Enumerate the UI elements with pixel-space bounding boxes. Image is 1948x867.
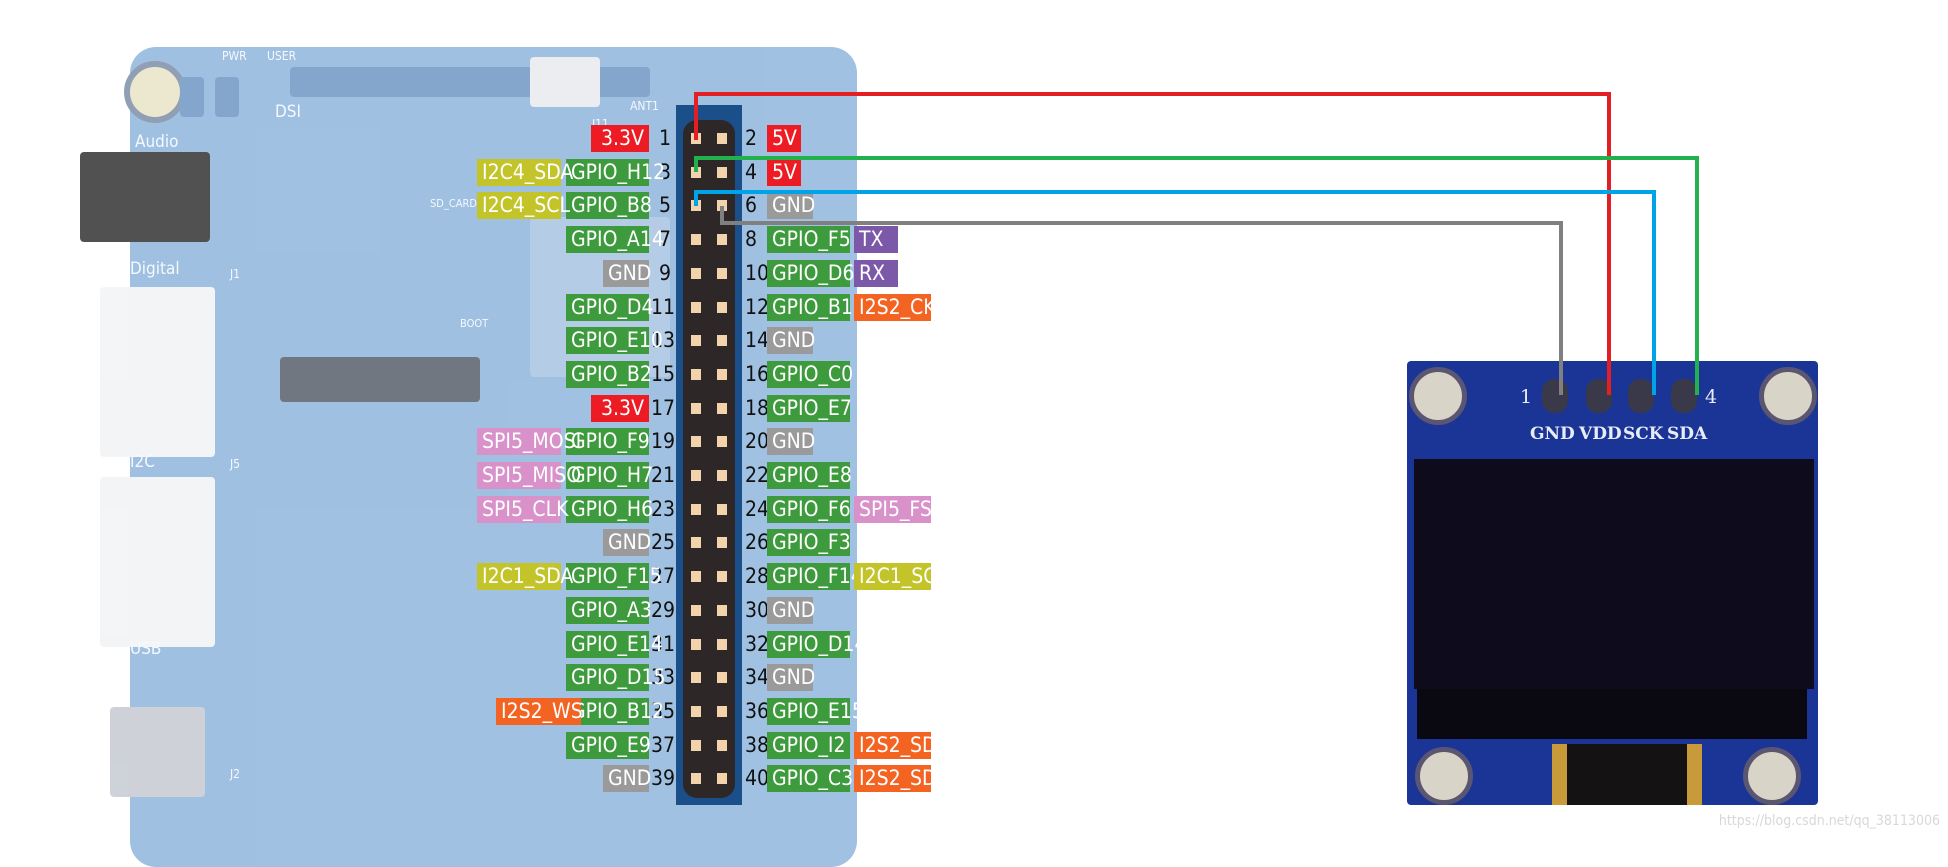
wire-gnd xyxy=(720,206,1563,395)
wire-vdd xyxy=(694,92,1611,395)
watermark: https://blog.csdn.net/qq_38113006 xyxy=(1718,813,1940,829)
wiring xyxy=(694,92,1699,395)
